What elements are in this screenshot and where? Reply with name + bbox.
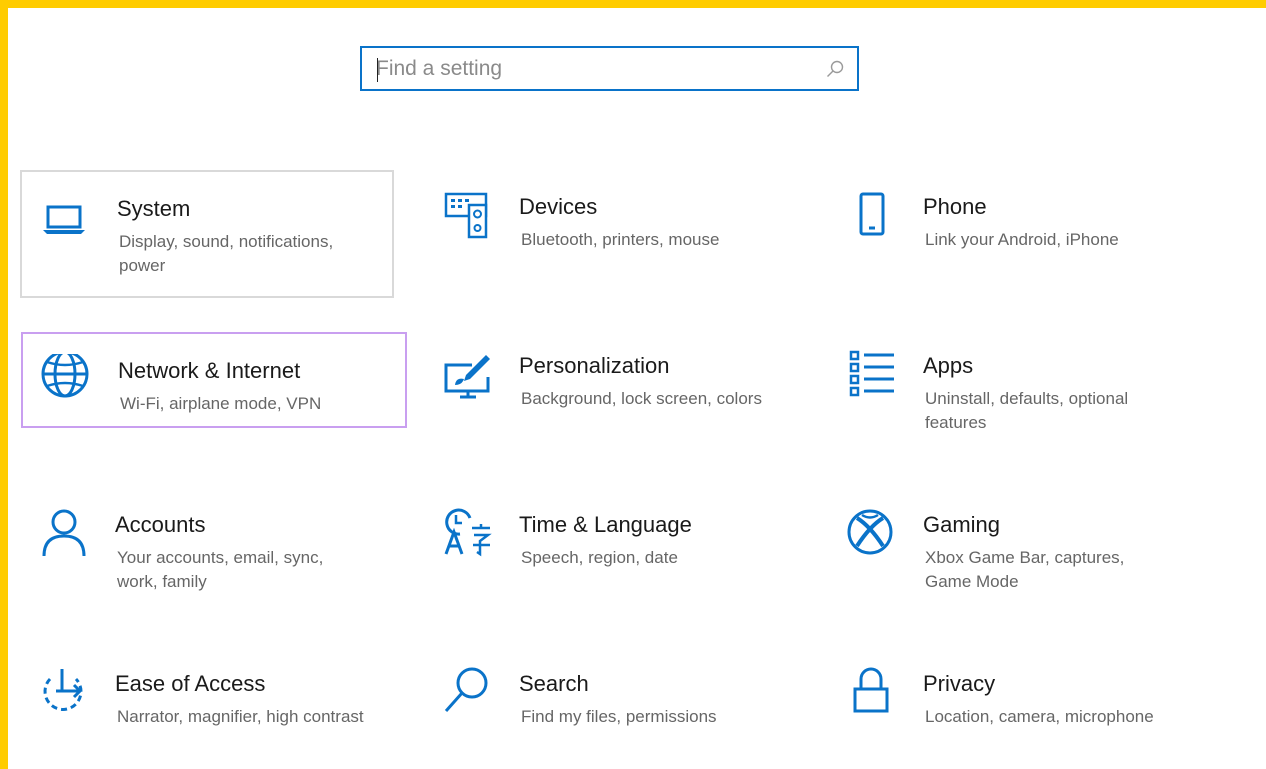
- search-input[interactable]: [376, 54, 816, 84]
- keyboard-speaker-icon: [442, 190, 494, 242]
- tile-description: Location, camera, microphone: [925, 707, 1154, 726]
- tile-description: Narrator, magnifier, high contrast: [117, 707, 364, 726]
- xbox-icon: [846, 508, 898, 560]
- tile-title: Accounts: [115, 512, 206, 537]
- frame-left-border: [0, 0, 8, 769]
- tile-title: Apps: [923, 353, 974, 378]
- tile-title: Phone: [923, 194, 987, 219]
- tile-title: Network & Internet: [118, 358, 301, 383]
- frame-top-border: [0, 0, 1266, 8]
- tile-title: Privacy: [923, 671, 996, 696]
- tile-title: System: [117, 196, 191, 221]
- time-language-icon: [442, 508, 494, 560]
- tile-description: Xbox Game Bar, captures, Game Mode: [925, 548, 1125, 591]
- tile-title: Ease of Access: [115, 671, 266, 696]
- tile-title: Time & Language: [519, 512, 692, 537]
- phone-icon: [846, 190, 898, 242]
- tile-privacy[interactable]: Privacy Location, camera, microphone: [828, 647, 1202, 769]
- tile-description: Display, sound, notifications, power: [119, 232, 334, 275]
- tile-network-internet[interactable]: Network & Internet Wi-Fi, airplane mode,…: [21, 332, 407, 428]
- tile-phone[interactable]: Phone Link your Android, iPhone: [828, 170, 1202, 298]
- tile-system[interactable]: System Display, sound, notifications, po…: [20, 170, 394, 298]
- magnifier-icon: [442, 667, 494, 719]
- search-box[interactable]: [360, 46, 859, 91]
- tile-search[interactable]: Search Find my files, permissions: [424, 647, 798, 769]
- search-icon[interactable]: [825, 59, 845, 79]
- tile-description: Find my files, permissions: [521, 707, 717, 726]
- tile-description: Link your Android, iPhone: [925, 230, 1119, 249]
- app-list-icon: [846, 349, 898, 401]
- tile-title: Gaming: [923, 512, 1001, 537]
- tile-ease-of-access[interactable]: Ease of Access Narrator, magnifier, high…: [20, 647, 394, 769]
- laptop-icon: [40, 192, 92, 244]
- globe-icon: [41, 354, 93, 406]
- tile-title: Search: [519, 671, 589, 696]
- tile-description: Uninstall, defaults, optional features: [925, 389, 1129, 432]
- ease-of-access-icon: [38, 667, 90, 719]
- tile-devices[interactable]: Devices Bluetooth, printers, mouse: [424, 170, 798, 298]
- tile-title: Personalization: [519, 353, 670, 378]
- paint-monitor-icon: [442, 349, 494, 401]
- tile-time-language[interactable]: Time & Language Speech, region, date: [424, 488, 798, 616]
- tile-apps[interactable]: Apps Uninstall, defaults, optional featu…: [828, 329, 1202, 457]
- tile-personalization[interactable]: Personalization Background, lock screen,…: [424, 329, 798, 457]
- tile-accounts[interactable]: Accounts Your accounts, email, sync, wor…: [20, 488, 394, 616]
- tile-description: Bluetooth, printers, mouse: [521, 230, 720, 249]
- tile-description: Background, lock screen, colors: [521, 389, 762, 408]
- person-icon: [38, 508, 90, 560]
- text-caret: [377, 58, 378, 82]
- tile-description: Speech, region, date: [521, 548, 678, 567]
- tile-title: Devices: [519, 194, 598, 219]
- tile-description: Wi-Fi, airplane mode, VPN: [120, 394, 322, 413]
- tile-description: Your accounts, email, sync, work, family: [117, 548, 324, 591]
- tile-gaming[interactable]: Gaming Xbox Game Bar, captures, Game Mod…: [828, 488, 1202, 616]
- lock-icon: [846, 667, 898, 719]
